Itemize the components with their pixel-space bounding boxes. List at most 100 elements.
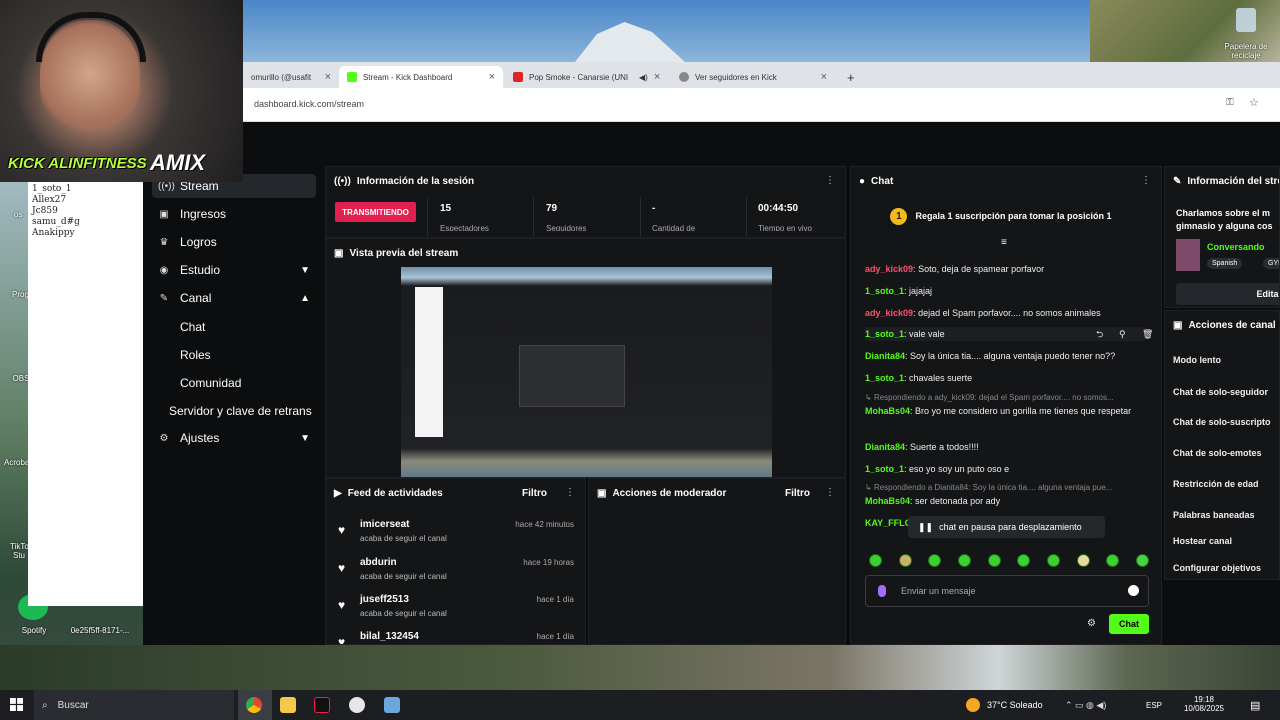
bookmark-star-icon[interactable]: ☆ <box>1249 96 1259 109</box>
clock[interactable]: 19:18 10/08/2025 <box>1180 695 1228 713</box>
chrome-icon[interactable] <box>246 697 262 713</box>
close-icon[interactable]: × <box>821 71 827 83</box>
acrobat-icon[interactable]: Acrobat <box>4 458 28 467</box>
emote-bar <box>869 554 1149 570</box>
emote-icon[interactable] <box>1106 554 1120 567</box>
tab-pop-smoke[interactable]: Pop Smoke - Canarsie (UNI ◀) × <box>505 66 669 88</box>
emote-icon[interactable] <box>869 554 882 567</box>
more-options-icon[interactable]: ⋮ <box>1141 175 1151 186</box>
emote-icon[interactable] <box>957 554 971 567</box>
url-text[interactable]: dashboard.kick.com/stream <box>254 99 364 109</box>
action-configure-goals[interactable]: Configurar objetivos <box>1173 563 1261 573</box>
category-thumbnail[interactable] <box>1176 239 1200 271</box>
stream-preview-video[interactable] <box>401 267 772 477</box>
reply-text: Respondiendo a ady_kick09: dejad el Spam… <box>873 393 1114 402</box>
sidebar-sub-roles[interactable]: Roles <box>180 348 211 362</box>
chat-user[interactable]: Dianita84 <box>865 351 905 361</box>
feed-user[interactable]: bilal_132454 <box>360 631 419 642</box>
recycle-bin-icon[interactable]: Papelera de reciclaje <box>1222 8 1270 60</box>
category-name[interactable]: Conversando <box>1207 242 1265 252</box>
pin-icon[interactable]: ⚲ <box>1119 327 1126 341</box>
more-options-icon[interactable]: ⋮ <box>825 175 835 186</box>
emote-icon[interactable] <box>898 554 912 567</box>
chevron-down-icon[interactable]: ▼ <box>300 265 310 276</box>
action-slow-mode[interactable]: Modo lento <box>1173 355 1221 365</box>
tab-kick-dashboard[interactable]: Stream - Kick Dashboard × <box>339 66 503 88</box>
chat-user[interactable]: MohaBs04 <box>865 496 910 506</box>
sidebar-item-ajustes[interactable]: ⚙ Ajustes ▼ <box>152 426 316 450</box>
tiktok-studio-icon[interactable]: TikTok Stu <box>10 542 28 560</box>
new-tab-button[interactable]: + <box>839 66 863 88</box>
chat-user[interactable]: Dianita84 <box>865 442 905 452</box>
chat-message-input[interactable]: Enviar un mensaje <box>865 575 1149 607</box>
reply-icon[interactable]: ⮌ <box>1096 327 1103 341</box>
action-followers-only[interactable]: Chat de solo-seguidor <box>1173 387 1268 397</box>
action-host-channel[interactable]: Hostear canal <box>1173 536 1232 546</box>
file-icon-label[interactable]: 0e25f5ff-8171-... <box>70 626 130 635</box>
chevron-down-icon[interactable]: ▼ <box>300 433 310 444</box>
close-icon[interactable]: × <box>654 71 660 83</box>
edit-button[interactable]: Editar <box>1176 283 1279 305</box>
emote-icon[interactable] <box>1135 554 1149 567</box>
feed-filter-button[interactable]: Filtro <box>522 488 547 499</box>
language-indicator[interactable]: ESP <box>1146 701 1162 710</box>
delete-icon[interactable]: 🗑 <box>1142 327 1153 341</box>
sidebar-item-canal[interactable]: ✎ Canal ▲ <box>152 286 316 310</box>
speaker-icon[interactable]: ◀) <box>639 73 648 82</box>
key-icon[interactable]: ⚿ <box>1226 97 1234 108</box>
chat-user[interactable]: 1_soto_1 <box>865 373 904 383</box>
obs-taskbar-icon[interactable] <box>349 697 365 713</box>
chat-user[interactable]: ady_kick09 <box>865 264 913 274</box>
tray-icons[interactable]: ⌃ ▭ ◍ ◀) <box>1065 700 1106 711</box>
more-options-icon[interactable]: ⋮ <box>565 487 575 498</box>
emoji-icon[interactable] <box>1128 585 1139 596</box>
emote-icon[interactable] <box>928 554 942 567</box>
chat-user[interactable]: MohaBs04 <box>865 406 910 416</box>
feed-user[interactable]: juseff2513 <box>360 594 409 605</box>
sidebar-sub-comunidad[interactable]: Comunidad <box>180 376 241 390</box>
chat-user[interactable]: 1_soto_1 <box>865 329 904 339</box>
notification-bell-icon[interactable]: ▤ <box>1250 699 1260 712</box>
sidebar-item-ingresos[interactable]: ▣ Ingresos <box>152 202 316 226</box>
close-icon[interactable]: × <box>489 71 495 83</box>
taskbar-search[interactable]: ⌕ Buscar <box>34 690 234 720</box>
sidebar-sub-chat[interactable]: Chat <box>180 320 205 334</box>
send-chat-button[interactable]: Chat <box>1109 614 1149 634</box>
emote-icon[interactable] <box>1017 554 1031 567</box>
chat-user[interactable]: KAY_FFLC <box>865 518 911 528</box>
collapse-icon[interactable]: ≡ <box>1001 237 1007 248</box>
emote-icon[interactable] <box>1046 554 1060 567</box>
feed-user[interactable]: imicerseat <box>360 519 409 530</box>
moderator-filter-button[interactable]: Filtro <box>785 488 810 499</box>
chevron-up-icon[interactable]: ▲ <box>300 293 310 304</box>
more-options-icon[interactable]: ⋮ <box>825 487 835 498</box>
feed-user[interactable]: abdurin <box>360 557 397 568</box>
chat-user[interactable]: 1_soto_1 <box>865 464 904 474</box>
sidebar-item-estudio[interactable]: ◉ Estudio ▼ <box>152 258 316 282</box>
action-age-restriction[interactable]: Restricción de edad <box>1173 479 1259 489</box>
tab-ver-seguidores[interactable]: Ver seguidores en Kick × <box>671 66 835 88</box>
tab-usafit[interactable]: omurillo (@usafit × <box>243 66 339 88</box>
chat-settings-gear-icon[interactable]: ⚙ <box>1087 618 1096 629</box>
heart-icon: ♥ <box>338 561 346 575</box>
chat-paused-banner[interactable]: ❚❚ chat en pausa para desplazamiento <box>908 516 1105 538</box>
address-bar[interactable]: dashboard.kick.com/stream ⚿ ☆ <box>243 88 1280 122</box>
pinned-gift-banner[interactable]: 1 Regala 1 suscripción para tomar la posi… <box>866 203 1136 229</box>
sidebar-sub-servidor[interactable]: Servidor y clave de retrans <box>169 404 312 418</box>
sidebar-item-logros[interactable]: ♛ Logros <box>152 230 316 254</box>
tiktok-icon[interactable] <box>314 697 330 713</box>
emote-icon[interactable] <box>1076 554 1090 567</box>
action-subscribers-only[interactable]: Chat de solo-suscripto <box>1173 417 1271 427</box>
action-banned-words[interactable]: Palabras baneadas <box>1173 510 1255 520</box>
chat-user[interactable]: ady_kick09 <box>865 308 913 318</box>
mic-icon[interactable] <box>878 585 886 597</box>
notes-window[interactable]: 1_soto_1 Allex27 Jc859 samu_d#g Anakippy <box>28 182 143 606</box>
weather-text[interactable]: 37°C Soleado <box>987 700 1043 710</box>
file-explorer-icon[interactable] <box>280 697 296 713</box>
app-taskbar-icon[interactable] <box>384 697 400 713</box>
emote-icon[interactable] <box>987 554 1001 567</box>
action-emotes-only[interactable]: Chat de solo-emotes <box>1173 448 1262 458</box>
chat-user[interactable]: 1_soto_1 <box>865 286 904 296</box>
channel-icon: ✎ <box>159 292 169 304</box>
close-icon[interactable]: × <box>325 71 331 83</box>
